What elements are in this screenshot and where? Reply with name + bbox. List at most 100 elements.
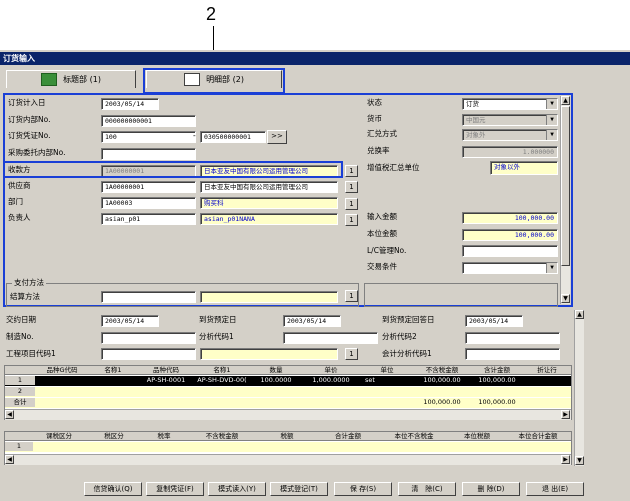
clear-button[interactable]: 清 除(C) <box>398 482 456 496</box>
manufacture-no-field[interactable] <box>101 332 196 344</box>
rate-field[interactable]: 1.000000 <box>462 146 558 158</box>
scroll-left-icon[interactable]: ◀ <box>5 410 14 419</box>
exchange-type-select[interactable]: 对象外 ▼ <box>462 129 558 141</box>
settlement-code-field[interactable] <box>101 291 196 303</box>
person-code-field[interactable]: asian_p01 <box>101 213 196 225</box>
row-number: 1 <box>5 442 33 451</box>
grid-col-0: 品种G代码 <box>46 366 78 374</box>
accounting-code-field[interactable] <box>465 348 560 360</box>
analysis-code-field[interactable] <box>283 332 378 344</box>
window-title: 订货输入 <box>0 52 630 65</box>
tax-col-0: 课税区分 <box>46 432 72 440</box>
scroll-thumb[interactable] <box>561 106 570 266</box>
grid-col-9: 折让行 <box>537 366 557 374</box>
exit-button[interactable]: 退 出(E) <box>526 482 584 496</box>
delivery-date-field[interactable]: 2003/05/14 <box>101 315 159 327</box>
cell-quantity[interactable]: 100.0000 <box>252 376 300 385</box>
project-code-field[interactable] <box>101 348 196 360</box>
table-row[interactable]: 2 <box>5 387 571 397</box>
scroll-right-icon[interactable]: ▶ <box>561 455 570 464</box>
cell-item-name[interactable]: AP-SH-DVD-00( <box>195 376 249 385</box>
tax-grid-hscroll[interactable]: ◀ ▶ <box>5 454 571 465</box>
total-amount: 100,000.00 <box>478 398 516 406</box>
credit-check-button[interactable]: 信贷确认(Q) <box>84 482 142 496</box>
lc-no-field[interactable] <box>462 245 558 257</box>
currency-select[interactable]: 中国元 ▼ <box>462 114 558 126</box>
load-template-button[interactable]: 模式读入(Y) <box>208 482 266 496</box>
cell-unit[interactable]: set <box>360 376 380 385</box>
label-vat-unit: 增值税汇总单位 <box>367 163 420 172</box>
cell-amount-ex-tax[interactable]: 100,000.00 <box>414 376 470 385</box>
cell-unit-price[interactable]: 1,000.0000 <box>302 376 360 385</box>
grid-col-1: 名称1 <box>104 366 122 374</box>
label-voucher-no: 订货凭证No. <box>8 131 51 140</box>
tax-col-3: 不含税金额 <box>205 432 239 440</box>
grid-col-7: 不含税金额 <box>425 366 459 374</box>
scroll-down-icon[interactable]: ▼ <box>561 294 570 303</box>
scroll-up-icon[interactable]: ▲ <box>561 96 570 105</box>
chevron-down-icon: ▼ <box>546 115 557 125</box>
supplier-lookup-button[interactable]: 1 <box>345 181 358 193</box>
scroll-right-icon[interactable]: ▶ <box>561 410 570 419</box>
table-row[interactable]: 1 <box>5 442 571 452</box>
grid-col-6: 单位 <box>380 366 394 374</box>
scroll-left-icon[interactable]: ◀ <box>5 455 14 464</box>
voucher-next-button[interactable]: >> <box>267 130 287 144</box>
cell-item-code[interactable]: AP-SH-0001 <box>140 376 192 385</box>
table-row[interactable]: 1 AP-SH-0001 AP-SH-DVD-00( 100.0000 1,00… <box>5 376 571 386</box>
label-local-amount: 本位金额 <box>367 229 397 238</box>
supplier-code-field[interactable]: 1A00000001 <box>101 181 196 193</box>
grid-col-2: 品种代码 <box>153 366 179 374</box>
label-status: 状态 <box>367 98 382 107</box>
label-analysis-code: 分析代码1 <box>199 332 234 341</box>
voucher-no-field-2[interactable]: 030500000001 <box>200 131 266 143</box>
internal-no-field[interactable]: 000000000001 <box>101 115 196 127</box>
total-row: 合计 100,000.00 100,000.00 <box>5 398 571 408</box>
tax-grid: 课税区分 税区分 税率 不含税金额 税额 合计金额 本位不含税金 本位税额 本位… <box>4 431 572 465</box>
tax-col-5: 合计金额 <box>335 432 361 440</box>
detail-grid-hscroll[interactable]: ◀ ▶ <box>5 409 571 420</box>
currency-value: 中国元 <box>466 116 486 124</box>
header-scrollbar[interactable]: ▲ ▼ <box>560 96 570 304</box>
save-button[interactable]: 保 存(S) <box>334 482 392 496</box>
analysis-code-2-field[interactable] <box>465 332 560 344</box>
voucher-separator: - <box>193 131 196 140</box>
chevron-down-icon: ▼ <box>546 130 557 140</box>
grid-col-5: 单价 <box>324 366 338 374</box>
label-analysis-code-2: 分析代码2 <box>382 332 417 341</box>
window-scrollbar[interactable]: ▲ ▼ <box>574 310 584 466</box>
expected-reply-field[interactable]: 2003/05/14 <box>465 315 523 327</box>
copy-voucher-button[interactable]: 复制凭证(F) <box>146 482 204 496</box>
book-icon <box>41 73 58 86</box>
label-supplier: 供应商 <box>8 181 31 190</box>
project-lookup-button[interactable]: 1 <box>345 348 358 360</box>
tax-col-1: 税区分 <box>104 432 124 440</box>
department-lookup-button[interactable]: 1 <box>345 198 358 210</box>
purchase-request-field[interactable] <box>101 148 196 160</box>
trade-terms-select[interactable]: ▼ <box>462 262 558 274</box>
voucher-no-field[interactable]: 100 <box>101 131 196 143</box>
row-number: 1 <box>5 376 35 385</box>
label-manufacture-no: 制造No. <box>6 332 34 341</box>
scroll-down-icon[interactable]: ▼ <box>575 456 584 465</box>
person-name-field: asian_p01NANA <box>200 213 338 225</box>
order-date-field[interactable]: 2003/05/14 <box>101 98 159 110</box>
cell-total-amount[interactable]: 100,000.00 <box>470 376 524 385</box>
label-project-code: 工程项目代码1 <box>6 349 56 358</box>
department-code-field[interactable]: 1A00003 <box>101 197 196 209</box>
label-department: 部门 <box>8 197 23 206</box>
person-lookup-button[interactable]: 1 <box>345 214 358 226</box>
tab-header-section[interactable]: 标题部 (1) <box>6 70 136 88</box>
label-purchase-request: 采购委托内部No. <box>8 148 66 157</box>
label-internal-no: 订货内部No. <box>8 115 51 124</box>
total-amount-ex-tax: 100,000.00 <box>423 398 461 406</box>
settlement-lookup-button[interactable]: 1 <box>345 290 358 302</box>
expected-arrival-field[interactable]: 2003/05/14 <box>283 315 341 327</box>
status-select[interactable]: 订货 ▼ <box>462 98 558 110</box>
save-template-button[interactable]: 模式登记(T) <box>270 482 328 496</box>
project-name-field <box>200 348 338 360</box>
delete-button[interactable]: 删 除(D) <box>462 482 520 496</box>
receiver-lookup-button[interactable]: 1 <box>345 165 358 177</box>
scroll-up-icon[interactable]: ▲ <box>575 310 584 319</box>
tax-col-4: 税额 <box>280 432 294 440</box>
